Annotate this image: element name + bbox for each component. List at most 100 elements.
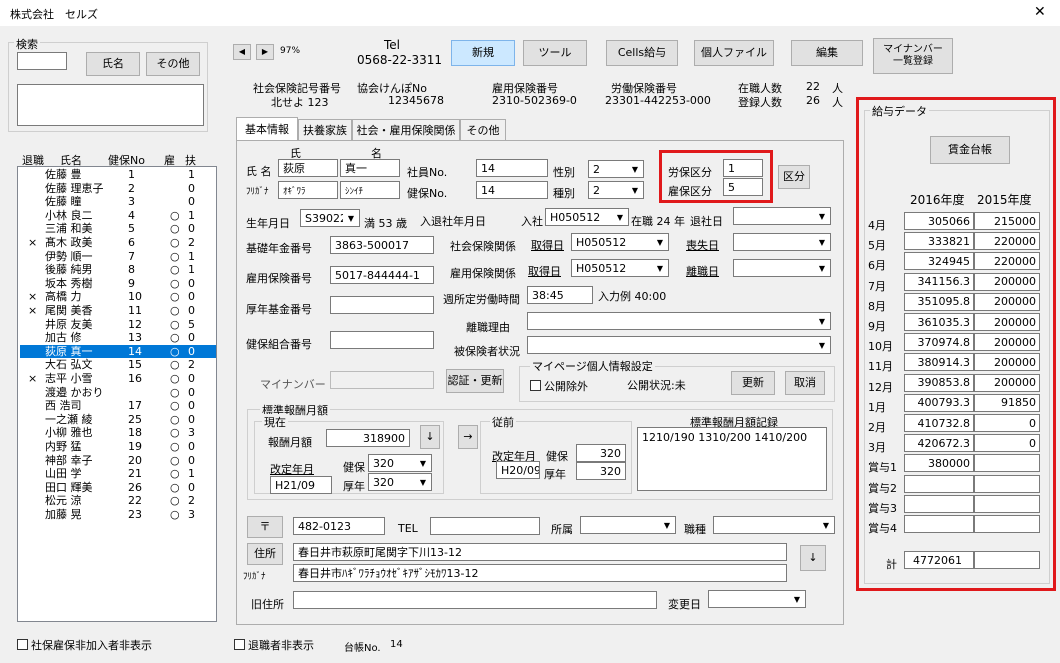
edit-button[interactable]: 編集	[791, 40, 863, 66]
kosei-input[interactable]	[330, 296, 434, 314]
pay-2015-cell[interactable]: 200000	[974, 333, 1040, 352]
employee-row[interactable]: 小林 良二 4 ○ 1	[20, 209, 216, 222]
employee-row[interactable]: 佐藤 瞳 3 0	[20, 195, 216, 208]
hoshu-down-button[interactable]: ↓	[420, 425, 440, 449]
total-2016[interactable]: 4772061	[904, 551, 974, 569]
hide-retired-checkbox[interactable]: 退職者非表示	[234, 637, 314, 653]
kenpo-no-input[interactable]: 14	[476, 181, 548, 199]
cells-payroll-button[interactable]: Cells給与	[606, 40, 678, 66]
change-date-select[interactable]: ▼	[708, 590, 806, 608]
employee-row[interactable]: 三浦 和美 5 ○ 0	[20, 222, 216, 235]
pay-2015-cell[interactable]: 91850	[974, 393, 1040, 412]
taisha-date-select[interactable]: ▼	[733, 207, 831, 225]
employee-row[interactable]: × 尾関 美香 11 ○ 0	[20, 304, 216, 317]
employee-row[interactable]: 大石 弘文 15 ○ 2	[20, 358, 216, 371]
prev-kosei-input[interactable]: 320	[576, 462, 626, 480]
search-name-button[interactable]: 氏名	[86, 52, 140, 76]
zip-input[interactable]: 482-0123	[293, 517, 385, 535]
shotei-input[interactable]: 38:45	[527, 286, 593, 304]
pay-2016-cell[interactable]: 410732.8	[904, 414, 974, 432]
pay-2016-cell[interactable]: 351095.8	[904, 292, 974, 311]
employee-row[interactable]: 山田 学 21 ○ 1	[20, 467, 216, 480]
zip-button[interactable]: 〒	[247, 516, 283, 538]
pay-2016-cell[interactable]: 380000	[904, 454, 974, 473]
koyo-shutoku-select[interactable]: H050512 ▼	[571, 259, 669, 277]
pay-2016-cell[interactable]: 333821	[904, 232, 974, 251]
employee-row[interactable]: 田口 輝美 26 ○ 0	[20, 481, 216, 494]
copy-to-previous-button[interactable]: →	[458, 425, 478, 449]
kiso-input[interactable]: 3863-500017	[330, 236, 434, 254]
address-input[interactable]: 春日井市萩原町尾関字下川13-12	[293, 543, 787, 561]
pay-2015-cell[interactable]	[974, 515, 1040, 533]
pay-2015-cell[interactable]: 220000	[974, 252, 1040, 271]
personal-file-button[interactable]: 個人ファイル	[694, 40, 774, 66]
employee-row[interactable]: 坂本 秀樹 9 ○ 0	[20, 277, 216, 290]
rishoku-riyu-select[interactable]: ▼	[527, 312, 831, 330]
mynumber-list-button[interactable]: マイナンバー 一覧登録	[873, 38, 953, 74]
hide-noninsured-checkbox[interactable]: 社保雇保非加入者非表示	[17, 637, 152, 653]
address-down-button[interactable]: ↓	[800, 545, 826, 571]
address-kana-input[interactable]: 春日井市ﾊｷﾞﾜﾗﾁｮｳｵｾﾞｷｱｻﾞｼﾓｶﾜ13-12	[293, 564, 787, 582]
pay-2015-cell[interactable]: 0	[974, 414, 1040, 432]
soshitsu-label[interactable]: 喪失日	[686, 237, 719, 253]
wage-ledger-button[interactable]: 賃金台帳	[930, 136, 1010, 164]
koho-input[interactable]: 5	[723, 178, 763, 196]
shaho-shutoku-label[interactable]: 取得日	[531, 237, 564, 253]
employee-row[interactable]: 後藤 純男 8 ○ 1	[20, 263, 216, 276]
employee-row[interactable]: 内野 猛 19 ○ 0	[20, 440, 216, 453]
public-exclude-checkbox[interactable]: 公開除外	[530, 378, 588, 394]
employee-row[interactable]: 佐藤 豊 1 1	[20, 168, 216, 181]
employee-row[interactable]: 一之瀬 綾 25 ○ 0	[20, 413, 216, 426]
pay-2016-cell[interactable]: 341156.3	[904, 272, 974, 291]
employee-row[interactable]: × 志平 小雪 16 ○ 0	[20, 372, 216, 385]
employee-row[interactable]: 佐藤 理恵子 2 0	[20, 182, 216, 195]
close-icon[interactable]: ✕	[1034, 4, 1046, 20]
current-kenpo-select[interactable]: 320 ▼	[368, 454, 432, 472]
pay-2016-cell[interactable]: 420672.3	[904, 434, 974, 453]
employee-row[interactable]: × 高橋 力 10 ○ 0	[20, 290, 216, 303]
employee-row[interactable]: 西 浩司 17 ○ 0	[20, 399, 216, 412]
rishoku-select[interactable]: ▼	[733, 259, 831, 277]
tab-other[interactable]: その他	[460, 119, 506, 140]
pay-2016-cell[interactable]: 370974.8	[904, 333, 974, 352]
employee-row[interactable]: 神部 幸子 20 ○ 0	[20, 454, 216, 467]
koyo-input[interactable]: 5017-844444-1	[330, 266, 434, 284]
shokushu-select[interactable]: ▼	[713, 516, 835, 534]
pay-2015-cell[interactable]: 200000	[974, 272, 1040, 291]
pay-2015-cell[interactable]	[974, 454, 1040, 473]
pay-2016-cell[interactable]	[904, 474, 974, 493]
rishoku-label[interactable]: 離職日	[686, 263, 719, 279]
employee-row[interactable]: 井原 友美 12 ○ 5	[20, 318, 216, 331]
soshitsu-select[interactable]: ▼	[733, 233, 831, 251]
pay-2016-cell[interactable]: 390853.8	[904, 373, 974, 392]
shain-no-input[interactable]: 14	[476, 159, 548, 177]
pay-2015-cell[interactable]: 215000	[974, 212, 1040, 230]
mei-input[interactable]: 真一	[340, 159, 400, 177]
prev-kaitei-input[interactable]: H20/09	[496, 461, 540, 479]
pay-2016-cell[interactable]	[904, 494, 974, 513]
employee-row[interactable]: × 髙木 政美 6 ○ 2	[20, 236, 216, 249]
old-address-input[interactable]	[293, 591, 657, 609]
employee-row[interactable]: 荻原 真一 14 ○ 0	[20, 344, 216, 358]
total-2015[interactable]	[974, 551, 1040, 569]
gender-select[interactable]: 2 ▼	[588, 160, 644, 178]
pay-2015-cell[interactable]: 220000	[974, 232, 1040, 251]
nyusha-date-select[interactable]: H050512 ▼	[545, 208, 629, 226]
search-other-button[interactable]: その他	[146, 52, 200, 76]
employee-row[interactable]: 加藤 晃 23 ○ 3	[20, 508, 216, 521]
kubun-button[interactable]: 区分	[778, 165, 810, 189]
pay-2015-cell[interactable]: 200000	[974, 373, 1040, 392]
prev-kenpo-input[interactable]: 320	[576, 444, 626, 462]
pay-2015-cell[interactable]: 200000	[974, 353, 1040, 372]
pay-2016-cell[interactable]: 361035.3	[904, 313, 974, 331]
sei-input[interactable]: 荻原	[278, 159, 338, 177]
employee-row[interactable]: 松元 涼 22 ○ 2	[20, 494, 216, 507]
type-select[interactable]: 2 ▼	[588, 181, 644, 199]
cancel-button[interactable]: 取消	[785, 371, 825, 395]
pay-2015-cell[interactable]: 0	[974, 434, 1040, 453]
employee-row[interactable]: 加古 修 13 ○ 0	[20, 331, 216, 344]
hihoken-select[interactable]: ▼	[527, 336, 831, 354]
address-button[interactable]: 住所	[247, 543, 283, 565]
tab-dependents[interactable]: 扶養家族	[298, 119, 352, 140]
pay-2015-cell[interactable]: 200000	[974, 313, 1040, 331]
